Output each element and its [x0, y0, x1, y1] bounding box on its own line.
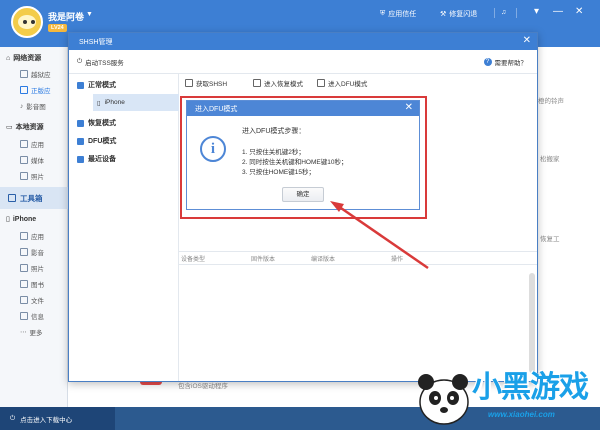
app-trust-label: 应用信任: [388, 11, 417, 18]
column-header-firmware: 固件版本: [251, 257, 276, 263]
photo-icon: [20, 264, 28, 272]
logo-url: www.xiaohei.com: [488, 410, 555, 419]
app-icon: [20, 232, 28, 240]
sidebar-item-iphone-media[interactable]: 影音: [20, 245, 44, 259]
sidebar-item-jailbreak-apps[interactable]: 越狱应: [20, 67, 51, 81]
phone-icon: ▯: [97, 99, 101, 107]
minimize-icon[interactable]: —: [553, 6, 563, 17]
main-sidebar: ⌂ 网络资源 越狱应 正版应 ♪ 影音图 ▭ 本地资源 应用 媒体 照片 工具箱…: [0, 47, 68, 407]
photo-icon: [20, 172, 28, 180]
enter-dfu-button[interactable]: 进入DFU模式: [317, 78, 367, 88]
sidebar-item-iphone-files[interactable]: 文件: [20, 293, 44, 307]
header-divider: [516, 8, 517, 18]
close-icon[interactable]: ✕: [523, 35, 531, 46]
header-divider: [494, 8, 495, 18]
repair-crash-label: 修复闪退: [449, 11, 478, 18]
tree-node-normal-mode[interactable]: 正常模式: [77, 78, 116, 92]
sidebar-item-local-photos[interactable]: 照片: [20, 169, 44, 183]
avatar[interactable]: [11, 6, 43, 38]
folder-icon: [77, 81, 84, 89]
panda-mascot-icon: [418, 374, 469, 425]
folder-icon: [77, 137, 84, 145]
app-icon: [20, 140, 28, 148]
power-icon: ⏻: [77, 58, 83, 65]
get-shsh-button[interactable]: 获取SHSH: [185, 78, 227, 88]
enter-recovery-button[interactable]: 进入恢复模式: [253, 78, 303, 88]
mode-tree: 正常模式 ▯ iPhone 恢复模式 DFU模式 最近设备: [69, 74, 179, 381]
ok-button[interactable]: 确定: [282, 187, 324, 202]
column-header-build: 编译版本: [311, 257, 336, 263]
wrench-icon: ⚒: [440, 11, 447, 18]
phone-icon: ▯: [6, 216, 10, 223]
app-trust-button[interactable]: ⛨ 应用信任: [380, 9, 416, 19]
download-icon: [185, 79, 193, 87]
sidebar-group-iphone[interactable]: ▯ iPhone: [0, 211, 68, 227]
sidebar-toolbox[interactable]: 工具箱: [0, 187, 68, 209]
folder-icon: [77, 119, 84, 127]
tree-node-recent-devices[interactable]: 最近设备: [77, 152, 116, 166]
tree-node-recovery-mode[interactable]: 恢复模式: [77, 116, 116, 130]
download-center-button[interactable]: ⏻ 点击进入下载中心: [0, 407, 115, 430]
shsh-action-bar: 获取SHSH 进入恢复模式 进入DFU模式: [179, 74, 537, 88]
message-icon: [20, 312, 28, 320]
bg-text-ringtone: 橙的铃声: [538, 98, 564, 105]
shsh-toolbar: ⏻ 启动TSS服务 ? 需要帮助？: [69, 50, 537, 74]
recovery-icon: [253, 79, 261, 87]
sidebar-item-local-apps[interactable]: 应用: [20, 137, 44, 151]
download-icon: ⏻: [10, 414, 16, 422]
sidebar-item-iphone-apps[interactable]: 应用: [20, 229, 44, 243]
help-icon: ?: [483, 58, 492, 66]
sidebar-group-local[interactable]: ▭ 本地资源: [0, 119, 68, 135]
column-header-actions: 操作: [391, 257, 404, 263]
sidebar-item-iphone-more[interactable]: ⋯ 更多: [20, 325, 43, 339]
sidebar-item-local-media[interactable]: 媒体: [20, 153, 44, 167]
file-icon: [20, 296, 28, 304]
sidebar-group-network[interactable]: ⌂ 网络资源: [0, 50, 68, 66]
close-icon[interactable]: ✕: [405, 102, 413, 113]
dfu-dialog-title: 进入DFU模式: [187, 101, 419, 116]
bg-text-migrate: 松搬家: [540, 156, 560, 163]
sidebar-item-media[interactable]: ♪ 影音图: [20, 99, 46, 113]
help-button[interactable]: ? 需要帮助？: [483, 57, 527, 67]
dfu-heading: 进入DFU模式步骤：: [242, 128, 306, 135]
book-icon: [20, 280, 28, 288]
dfu-step-3: 3. 只按住HOME键15秒；: [242, 169, 315, 176]
logo-text: 小黑游戏: [472, 370, 589, 405]
media-icon: [20, 248, 28, 256]
bg-text-restore: 恢复工: [540, 236, 560, 243]
sidebar-item-iphone-messages[interactable]: 信息: [20, 309, 44, 323]
dfu-icon: [317, 79, 325, 87]
dfu-dialog: 进入DFU模式 ✕ i 进入DFU模式步骤： 1. 只按住关机键2秒； 2. 同…: [186, 100, 420, 210]
info-icon: i: [200, 136, 226, 162]
sidebar-item-iphone-photos[interactable]: 照片: [20, 261, 44, 275]
username[interactable]: 我是阿卷: [48, 10, 84, 23]
app-icon: [20, 86, 28, 94]
computer-icon: ▭: [6, 124, 13, 131]
column-header-device-type: 设备类型: [181, 257, 206, 263]
dropdown-menu-icon[interactable]: ▾: [534, 6, 539, 17]
start-tss-button[interactable]: ⏻ 启动TSS服务: [77, 57, 124, 67]
folder-icon: [77, 155, 84, 163]
sidebar-item-iphone-books[interactable]: 图书: [20, 277, 44, 291]
shsh-dialog-title: SHSH管理: [69, 33, 537, 50]
dfu-step-1: 1. 只按住关机键2秒；: [242, 149, 305, 156]
toolbox-icon: [8, 194, 16, 202]
home-icon: ⌂: [6, 54, 11, 62]
more-icon: ⋯: [20, 329, 27, 336]
close-icon[interactable]: ✕: [575, 6, 583, 17]
dfu-step-2: 2. 同时按住关机键和HOME键10秒；: [242, 159, 348, 166]
sidebar-item-genuine-apps[interactable]: 正版应: [20, 83, 51, 97]
tree-node-iphone[interactable]: ▯ iPhone: [93, 94, 179, 111]
app-icon: [20, 70, 28, 78]
shield-icon: ⛨: [380, 10, 386, 17]
music-note-icon: ♪: [20, 102, 24, 110]
vip-badge: LV24: [48, 24, 67, 32]
device-table-header: 设备类型 固件版本 编译版本 操作: [179, 251, 537, 265]
user-menu-chevron-icon[interactable]: ▼: [86, 11, 93, 18]
repair-crash-button[interactable]: ⚒ 修复闪退: [440, 9, 477, 19]
media-icon: [20, 156, 28, 164]
watermark-logo: 小黑游戏 www.xiaohei.com: [408, 358, 600, 430]
music-icon[interactable]: ♫: [501, 9, 506, 16]
tree-node-dfu-mode[interactable]: DFU模式: [77, 134, 116, 148]
